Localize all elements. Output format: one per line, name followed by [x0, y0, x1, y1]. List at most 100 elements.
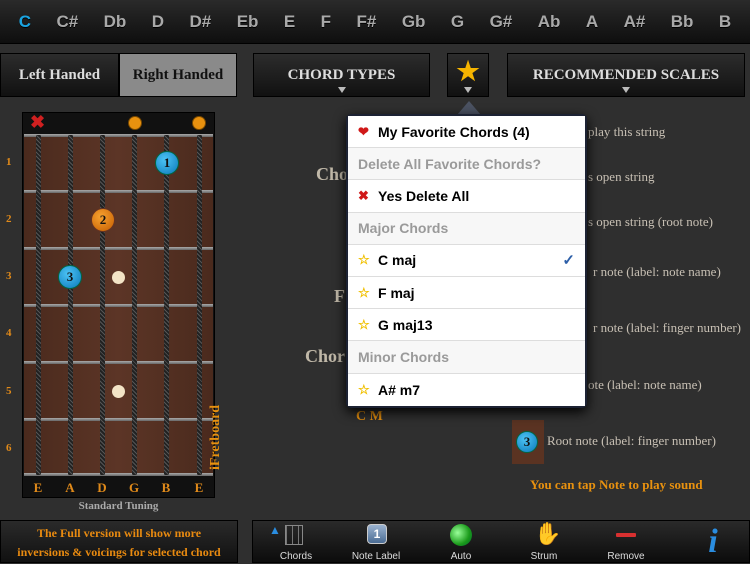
major-chords-header: Major Chords: [348, 212, 585, 245]
key-C[interactable]: C: [19, 12, 31, 32]
string[interactable]: [132, 135, 137, 475]
chord-info-text: F: [334, 286, 345, 306]
auto-tool-button[interactable]: Auto: [426, 521, 496, 564]
favorites-button[interactable]: ★: [447, 53, 489, 97]
legend-text: r note (label: note name): [593, 264, 721, 279]
brand-logo: iFretboard: [208, 404, 223, 470]
tool-label: Remove: [607, 551, 645, 562]
tuning-label: Standard Tuning: [78, 500, 159, 512]
open-string-marker[interactable]: [128, 116, 142, 130]
right-handed-button[interactable]: Right Handed: [119, 53, 237, 97]
key-F-sharp[interactable]: F#: [357, 12, 377, 32]
fret-number: 2: [6, 213, 12, 225]
star-icon: ★: [456, 57, 480, 86]
delete-prompt-row: Delete All Favorite Chords?: [348, 148, 585, 181]
key-B[interactable]: B: [719, 12, 731, 32]
key-A-sharp[interactable]: A#: [624, 12, 646, 32]
chord-label: A# m7: [378, 381, 421, 398]
key-C-sharp[interactable]: C#: [56, 12, 78, 32]
delete-confirm-label: Yes Delete All: [378, 187, 470, 204]
open-string-marker[interactable]: [192, 116, 206, 130]
recommended-scales-button[interactable]: RECOMMENDED SCALES: [507, 53, 745, 97]
delete-x-icon: ✖: [358, 187, 369, 203]
chord-heading: Cho: [316, 164, 349, 184]
fret-inlay: [112, 385, 125, 398]
root-finger-note[interactable]: 2: [91, 208, 115, 232]
key-E-flat[interactable]: Eb: [237, 12, 259, 32]
finger-note[interactable]: 1: [155, 151, 179, 175]
legend-text: play this string: [588, 124, 666, 139]
key-F[interactable]: F: [321, 12, 331, 32]
yes-delete-all-button[interactable]: ✖ Yes Delete All: [348, 180, 585, 213]
key-G-flat[interactable]: Gb: [402, 12, 426, 32]
triangle-icon: ▲: [269, 523, 281, 537]
string-name: D: [97, 480, 107, 495]
left-handed-button[interactable]: Left Handed: [0, 53, 119, 97]
auto-icon: [450, 524, 472, 546]
key-B-flat[interactable]: Bb: [671, 12, 694, 32]
star-icon: ☆: [358, 252, 370, 268]
star-icon: ☆: [358, 316, 370, 332]
chord-name: C M: [356, 409, 383, 424]
legend-text: s open string (root note): [588, 214, 713, 229]
chord-label: C maj: [378, 252, 417, 269]
string-name: A: [65, 480, 75, 495]
fret-number: 3: [6, 270, 12, 282]
chord-label: G maj13: [378, 316, 433, 333]
key-selector-bar: C C# Db D D# Eb E F F# Gb G G# Ab A A# B…: [0, 0, 750, 44]
key-G-sharp[interactable]: G#: [490, 12, 513, 32]
star-icon: ☆: [358, 381, 370, 397]
tool-label: Chords: [279, 551, 313, 562]
string[interactable]: [100, 135, 105, 475]
nut: [24, 134, 213, 137]
chord-types-label: CHORD TYPES: [287, 66, 396, 83]
info-icon[interactable]: i: [678, 521, 748, 564]
chords-tool-button[interactable]: ▲ Chords: [261, 521, 331, 564]
fret: [24, 418, 213, 421]
string[interactable]: [68, 135, 73, 475]
key-D[interactable]: D: [152, 12, 164, 32]
mute-x-icon[interactable]: ✖: [30, 112, 45, 133]
strum-tool-button[interactable]: ✋ Strum: [509, 521, 579, 564]
string[interactable]: [36, 135, 41, 475]
favorite-chord-item[interactable]: ☆ F maj: [348, 276, 585, 310]
minor-chords-header: Minor Chords: [348, 341, 585, 374]
hand-icon: ✋: [534, 521, 562, 546]
legend-text: ote (label: note name): [588, 377, 702, 392]
key-D-sharp[interactable]: D#: [190, 12, 212, 32]
chord-heading: Chor: [305, 346, 345, 366]
key-A[interactable]: A: [586, 12, 598, 32]
key-G[interactable]: G: [451, 12, 464, 32]
tool-label: Note Label: [351, 551, 401, 562]
favorites-title-row[interactable]: ❤ My Favorite Chords (4): [348, 116, 585, 149]
note-label-tool-button[interactable]: 1 Note Label: [341, 521, 411, 564]
favorite-chord-item[interactable]: ☆ A# m7: [348, 373, 585, 406]
note-label-icon: 1: [367, 524, 387, 544]
favorite-chord-item[interactable]: ☆ G maj13: [348, 309, 585, 342]
favorites-popover: ❤ My Favorite Chords (4) Delete All Favor…: [346, 114, 587, 408]
finger-note[interactable]: 3: [58, 265, 82, 289]
fret-number: 6: [6, 442, 12, 454]
notice-line: inversions & voicings for selected chord: [17, 545, 221, 559]
star-icon: ☆: [358, 284, 370, 300]
tool-label: Strum: [530, 551, 558, 562]
key-A-flat[interactable]: Ab: [538, 12, 561, 32]
key-E[interactable]: E: [284, 12, 295, 32]
legend-text: r note (label: finger number): [593, 320, 741, 335]
string[interactable]: [164, 135, 169, 475]
fret: [24, 304, 213, 307]
fret-number: 4: [6, 327, 12, 339]
popover-arrow: [457, 101, 481, 115]
dropdown-arrow-icon: [464, 87, 472, 93]
string-name: G: [128, 480, 140, 495]
remove-tool-button[interactable]: Remove: [591, 521, 661, 564]
chord-types-button[interactable]: CHORD TYPES: [253, 53, 430, 97]
key-D-flat[interactable]: Db: [104, 12, 127, 32]
string[interactable]: [197, 135, 202, 475]
favorites-title: My Favorite Chords (4): [378, 123, 530, 140]
legend-text: s open string: [588, 169, 655, 184]
string-name: E: [33, 480, 43, 495]
section-header: Major Chords: [358, 220, 449, 237]
favorite-chord-item[interactable]: ☆ C maj ✓: [348, 244, 585, 277]
delete-prompt: Delete All Favorite Chords?: [358, 155, 542, 172]
